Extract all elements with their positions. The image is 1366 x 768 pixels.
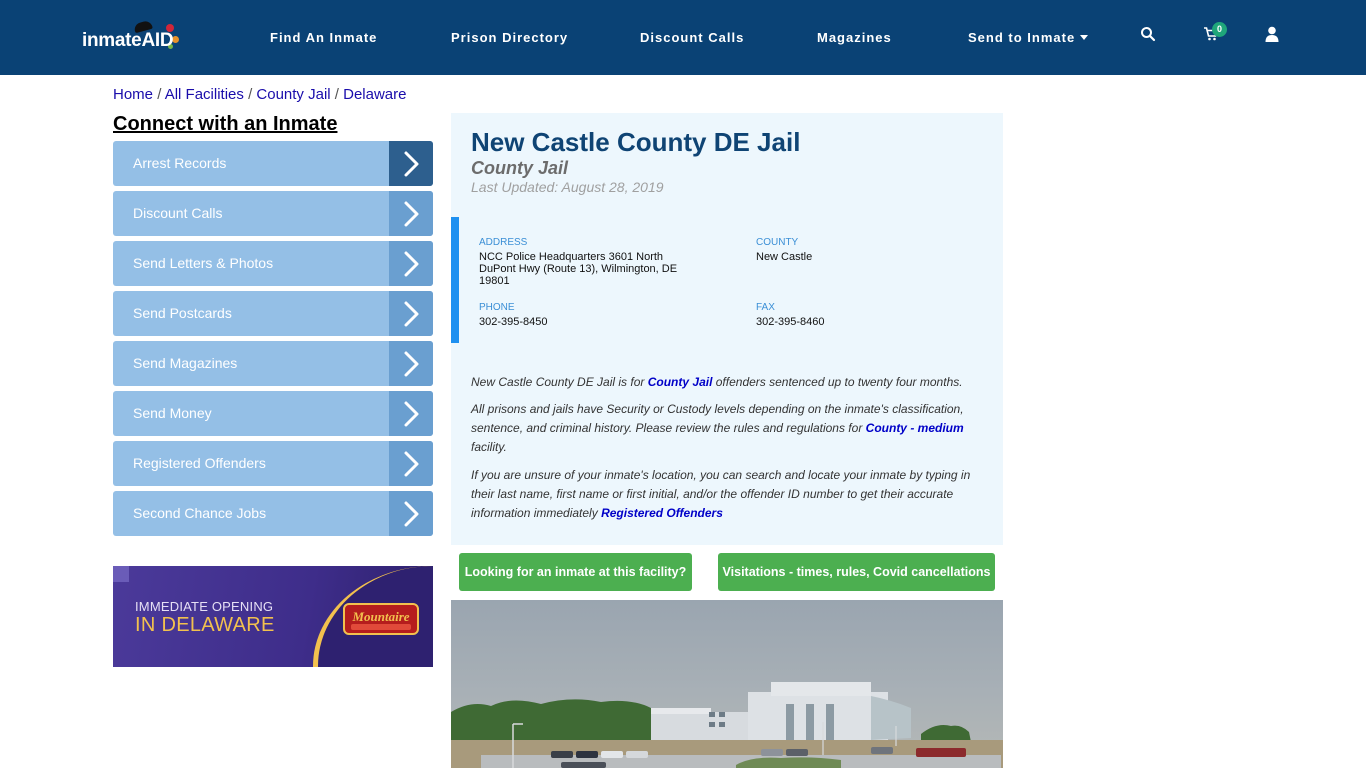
chevron-right-icon	[389, 491, 433, 536]
sidebar-item-second-chance-jobs[interactable]: Second Chance Jobs	[113, 491, 433, 536]
nav-send-to-inmate-label: Send to Inmate	[968, 30, 1076, 45]
user-icon[interactable]	[1265, 26, 1285, 46]
phone-label: PHONE	[479, 302, 515, 313]
logo-inmate: inmate	[82, 30, 142, 51]
registered-offenders-link[interactable]: Registered Offenders	[601, 506, 723, 520]
nav-send-to-inmate[interactable]: Send to Inmate	[968, 30, 1089, 45]
logo-text: inmateAID	[82, 30, 174, 52]
nav-magazines[interactable]: Magazines	[817, 30, 892, 45]
visitation-info-button[interactable]: Visitations - times, rules, Covid cancel…	[718, 553, 995, 591]
advertisement-banner[interactable]: IMMEDIATE OPENING IN DELAWARE Mountaire	[113, 566, 433, 667]
address-label: ADDRESS	[479, 237, 528, 248]
county-value: New Castle	[756, 251, 813, 263]
top-navbar: inmateAID Find An Inmate Prison Director…	[0, 0, 1366, 75]
sidebar-item-arrest-records[interactable]: Arrest Records	[113, 141, 433, 186]
county-label: COUNTY	[756, 237, 799, 248]
address-line-1: NCC Police Headquarters 3601 North	[479, 251, 664, 263]
chevron-right-icon	[389, 341, 433, 386]
fax-value: 302-395-8460	[756, 316, 825, 328]
description-paragraph-1: New Castle County DE Jail is for County …	[471, 373, 971, 392]
sidebar-item-send-letters-and-photos[interactable]: Send Letters & Photos	[113, 241, 433, 286]
sidebar-item-label: Registered Offenders	[133, 455, 266, 471]
nav-find-inmate[interactable]: Find An Inmate	[270, 30, 377, 45]
ad-headline: IMMEDIATE OPENING	[135, 599, 274, 614]
breadcrumb-separator: /	[334, 86, 344, 103]
facility-name: New Castle County DE Jail	[471, 127, 801, 157]
ad-brand-ribbon	[351, 624, 411, 630]
chevron-right-icon	[389, 391, 433, 436]
desc-text: facility.	[471, 440, 507, 454]
sidebar-item-send-money[interactable]: Send Money	[113, 391, 433, 436]
sidebar-item-send-postcards[interactable]: Send Postcards	[113, 291, 433, 336]
chevron-right-icon	[389, 291, 433, 336]
chevron-right-icon	[389, 441, 433, 486]
breadcrumb-home[interactable]: Home	[113, 86, 153, 103]
ad-brand-logo: Mountaire	[343, 603, 419, 635]
sidebar-item-label: Arrest Records	[133, 155, 227, 171]
chevron-right-icon	[389, 241, 433, 286]
caret-down-icon	[1080, 35, 1089, 40]
logo-aid: AID	[141, 30, 174, 51]
fax-label: FAX	[756, 302, 775, 313]
sidebar-item-label: Discount Calls	[133, 205, 223, 221]
last-updated: Last Updated: August 28, 2019	[471, 179, 664, 195]
sidebar-item-label: Send Postcards	[133, 305, 232, 321]
sidebar-menu: Arrest Records Discount Calls Send Letters…	[113, 141, 433, 541]
sidebar-item-send-magazines[interactable]: Send Magazines	[113, 341, 433, 386]
breadcrumb-all-facilities[interactable]: All Facilities	[165, 86, 244, 103]
search-icon[interactable]	[1140, 26, 1160, 46]
ad-decoration	[113, 566, 129, 582]
facility-type: County Jail	[471, 158, 569, 178]
facility-info-box: ADDRESS NCC Police Headquarters 3601 Nor…	[451, 217, 1003, 343]
ad-subheadline: IN DELAWARE	[135, 614, 275, 636]
ad-brand-name: Mountaire	[352, 609, 410, 624]
sidebar-item-label: Send Magazines	[133, 355, 238, 371]
cart-count-badge: 0	[1212, 22, 1227, 37]
sidebar-item-registered-offenders[interactable]: Registered Offenders	[113, 441, 433, 486]
breadcrumb-separator: /	[157, 86, 165, 103]
site-logo[interactable]: inmateAID	[82, 19, 182, 56]
breadcrumb: Home / All Facilities / County Jail / De…	[113, 86, 407, 103]
county-medium-link[interactable]: County - medium	[866, 421, 964, 435]
county-jail-link[interactable]: County Jail	[648, 375, 713, 389]
address-line-2: DuPont Hwy (Route 13), Wilmington, DE	[479, 263, 678, 275]
description-paragraph-2: All prisons and jails have Security or C…	[471, 400, 971, 457]
desc-text: offenders sentenced up to twenty four mo…	[712, 375, 963, 389]
nav-prison-directory[interactable]: Prison Directory	[451, 30, 568, 45]
breadcrumb-county-jail[interactable]: County Jail	[256, 86, 330, 103]
phone-value[interactable]: 302-395-8450	[479, 316, 548, 328]
description-paragraph-3: If you are unsure of your inmate's locat…	[471, 466, 971, 523]
desc-text: New Castle County DE Jail is for	[471, 375, 648, 389]
breadcrumb-delaware[interactable]: Delaware	[343, 86, 406, 103]
sidebar-item-label: Second Chance Jobs	[133, 505, 267, 521]
find-inmate-at-facility-button[interactable]: Looking for an inmate at this facility?	[459, 553, 692, 591]
chevron-right-icon	[389, 141, 433, 186]
sidebar-item-label: Send Money	[133, 405, 212, 421]
sidebar-item-discount-calls[interactable]: Discount Calls	[113, 191, 433, 236]
facility-photo	[451, 600, 1003, 768]
sidebar-title: Connect with an Inmate	[113, 113, 338, 135]
address-line-3: 19801	[479, 275, 510, 287]
nav-discount-calls[interactable]: Discount Calls	[640, 30, 744, 45]
sidebar-item-label: Send Letters & Photos	[133, 255, 274, 271]
chevron-right-icon	[389, 191, 433, 236]
facility-card: New Castle County DE Jail County Jail La…	[451, 113, 1003, 545]
facility-photo-illustration	[451, 682, 1003, 768]
